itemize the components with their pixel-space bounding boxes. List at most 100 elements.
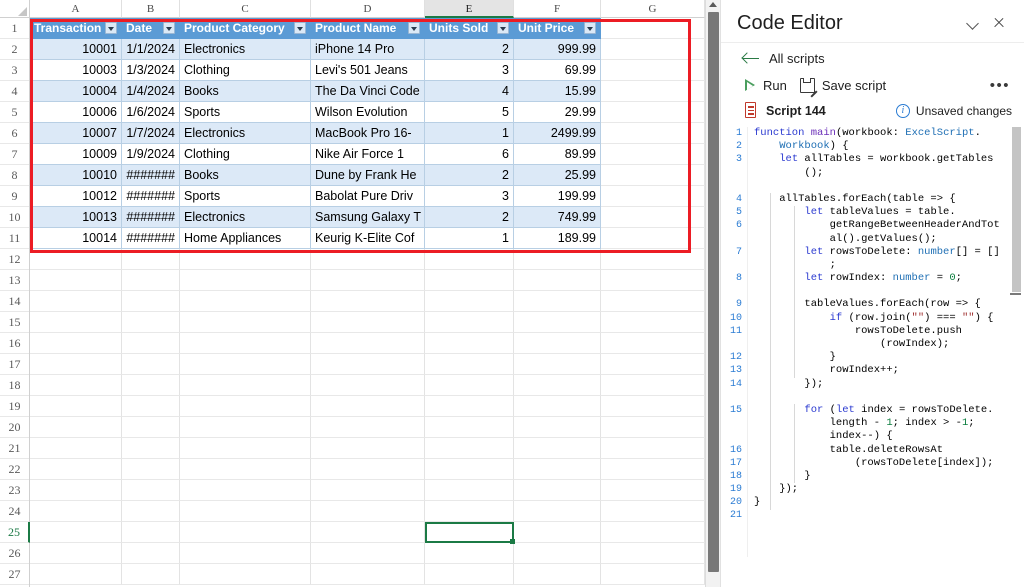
cell-B2[interactable]: 1/1/2024 [122,39,180,60]
cell-F12[interactable] [514,249,601,270]
cell-C5[interactable]: Sports [180,102,311,123]
cell-D7[interactable]: Nike Air Force 1 [311,144,425,165]
cell-B4[interactable]: 1/4/2024 [122,81,180,102]
table-row[interactable]: 10013 ####### Electronics Samsung Galaxy T2… [30,207,720,228]
cell-D17[interactable] [311,354,425,375]
row-header-2[interactable]: 2 [0,39,29,60]
column-header-b[interactable]: B [122,0,180,18]
cell-A5[interactable]: 10006 [30,102,122,123]
row-header-3[interactable]: 3 [0,60,29,81]
cell-F25[interactable] [514,522,601,543]
cell-A7[interactable]: 10009 [30,144,122,165]
table-row[interactable]: 10010 ####### Books Dune by Frank He 2 25.99 [30,165,720,186]
cell-B26[interactable] [122,543,180,564]
cell-C21[interactable] [180,438,311,459]
empty-row[interactable] [30,480,720,501]
cell-A17[interactable] [30,354,122,375]
cell-F17[interactable] [514,354,601,375]
row-header-20[interactable]: 20 [0,417,29,438]
filter-dropdown-icon[interactable] [105,22,117,34]
table-row[interactable]: 10009 1/9/2024 Clothing Nike Air Force 1 6 89… [30,144,720,165]
cell-F21[interactable] [514,438,601,459]
cell-E19[interactable] [425,396,514,417]
cell-D10[interactable]: Samsung Galaxy T [311,207,425,228]
cell-B18[interactable] [122,375,180,396]
cell-A12[interactable] [30,249,122,270]
cell-G17[interactable] [601,354,705,375]
cell-G5[interactable] [601,102,705,123]
table-row[interactable]: 10012 ####### Sports Babolat Pure Driv 3 199.… [30,186,720,207]
cell-A21[interactable] [30,438,122,459]
cell-F3[interactable]: 69.99 [514,60,601,81]
cell-A3[interactable]: 10003 [30,60,122,81]
row-header-18[interactable]: 18 [0,375,29,396]
row-header-17[interactable]: 17 [0,354,29,375]
cell-E13[interactable] [425,270,514,291]
grid-cells[interactable]: Transaction ID Date Product Category Produc… [30,18,720,587]
cell-E15[interactable] [425,312,514,333]
cell-D4[interactable]: The Da Vinci Code [311,81,425,102]
cell-B16[interactable] [122,333,180,354]
cell-E16[interactable] [425,333,514,354]
table-row[interactable]: 10004 1/4/2024 Books The Da Vinci Code 4 15.9… [30,81,720,102]
cell-A13[interactable] [30,270,122,291]
cell-F13[interactable] [514,270,601,291]
row-header-11[interactable]: 11 [0,228,29,249]
script-name[interactable]: Script 144 [766,104,826,118]
empty-row[interactable] [30,270,720,291]
cell-D22[interactable] [311,459,425,480]
row-header-13[interactable]: 13 [0,270,29,291]
cell-E12[interactable] [425,249,514,270]
cell-C25[interactable] [180,522,311,543]
cell-G2[interactable] [601,39,705,60]
cell-F23[interactable] [514,480,601,501]
cell-B15[interactable] [122,312,180,333]
cell-A10[interactable]: 10013 [30,207,122,228]
cell-G12[interactable] [601,249,705,270]
column-header-d[interactable]: D [311,0,425,18]
cell-B6[interactable]: 1/7/2024 [122,123,180,144]
cell-F2[interactable]: 999.99 [514,39,601,60]
cell-C22[interactable] [180,459,311,480]
cell-B19[interactable] [122,396,180,417]
cell-E27[interactable] [425,564,514,585]
cell-F16[interactable] [514,333,601,354]
row-header-7[interactable]: 7 [0,144,29,165]
cell-A14[interactable] [30,291,122,312]
cell-A6[interactable]: 10007 [30,123,122,144]
run-button[interactable]: Run [763,78,787,93]
row-header-21[interactable]: 21 [0,438,29,459]
row-header-22[interactable]: 22 [0,459,29,480]
cell-E8[interactable]: 2 [425,165,514,186]
cell-G16[interactable] [601,333,705,354]
cell-C14[interactable] [180,291,311,312]
cell-C19[interactable] [180,396,311,417]
cell-F10[interactable]: 749.99 [514,207,601,228]
cell-G21[interactable] [601,438,705,459]
table-row[interactable]: 10007 1/7/2024 Electronics MacBook Pro 16- 1… [30,123,720,144]
filter-dropdown-icon[interactable] [497,22,509,34]
cell-E18[interactable] [425,375,514,396]
table-header-3[interactable]: Product Category [180,18,311,39]
row-header-10[interactable]: 10 [0,207,29,228]
cell-B27[interactable] [122,564,180,585]
empty-row[interactable] [30,291,720,312]
cell-D11[interactable]: Keurig K-Elite Cof [311,228,425,249]
table-header-4[interactable]: Product Name [311,18,425,39]
filter-dropdown-icon[interactable] [584,22,596,34]
cell-D20[interactable] [311,417,425,438]
empty-row[interactable] [30,333,720,354]
cell-B13[interactable] [122,270,180,291]
cell-E10[interactable]: 2 [425,207,514,228]
cell-D18[interactable] [311,375,425,396]
code-area[interactable]: 1 2 3 4 5 6 7 8 9 10 11 12 13 14 15 16 17 18 19 20 21 functi… [721,127,1024,557]
cell-D27[interactable] [311,564,425,585]
cell-B12[interactable] [122,249,180,270]
cell-C4[interactable]: Books [180,81,311,102]
cell-F7[interactable]: 89.99 [514,144,601,165]
cell-F18[interactable] [514,375,601,396]
table-header-5[interactable]: Units Sold [425,18,514,39]
cell-F27[interactable] [514,564,601,585]
row-header-5[interactable]: 5 [0,102,29,123]
cell-E7[interactable]: 6 [425,144,514,165]
